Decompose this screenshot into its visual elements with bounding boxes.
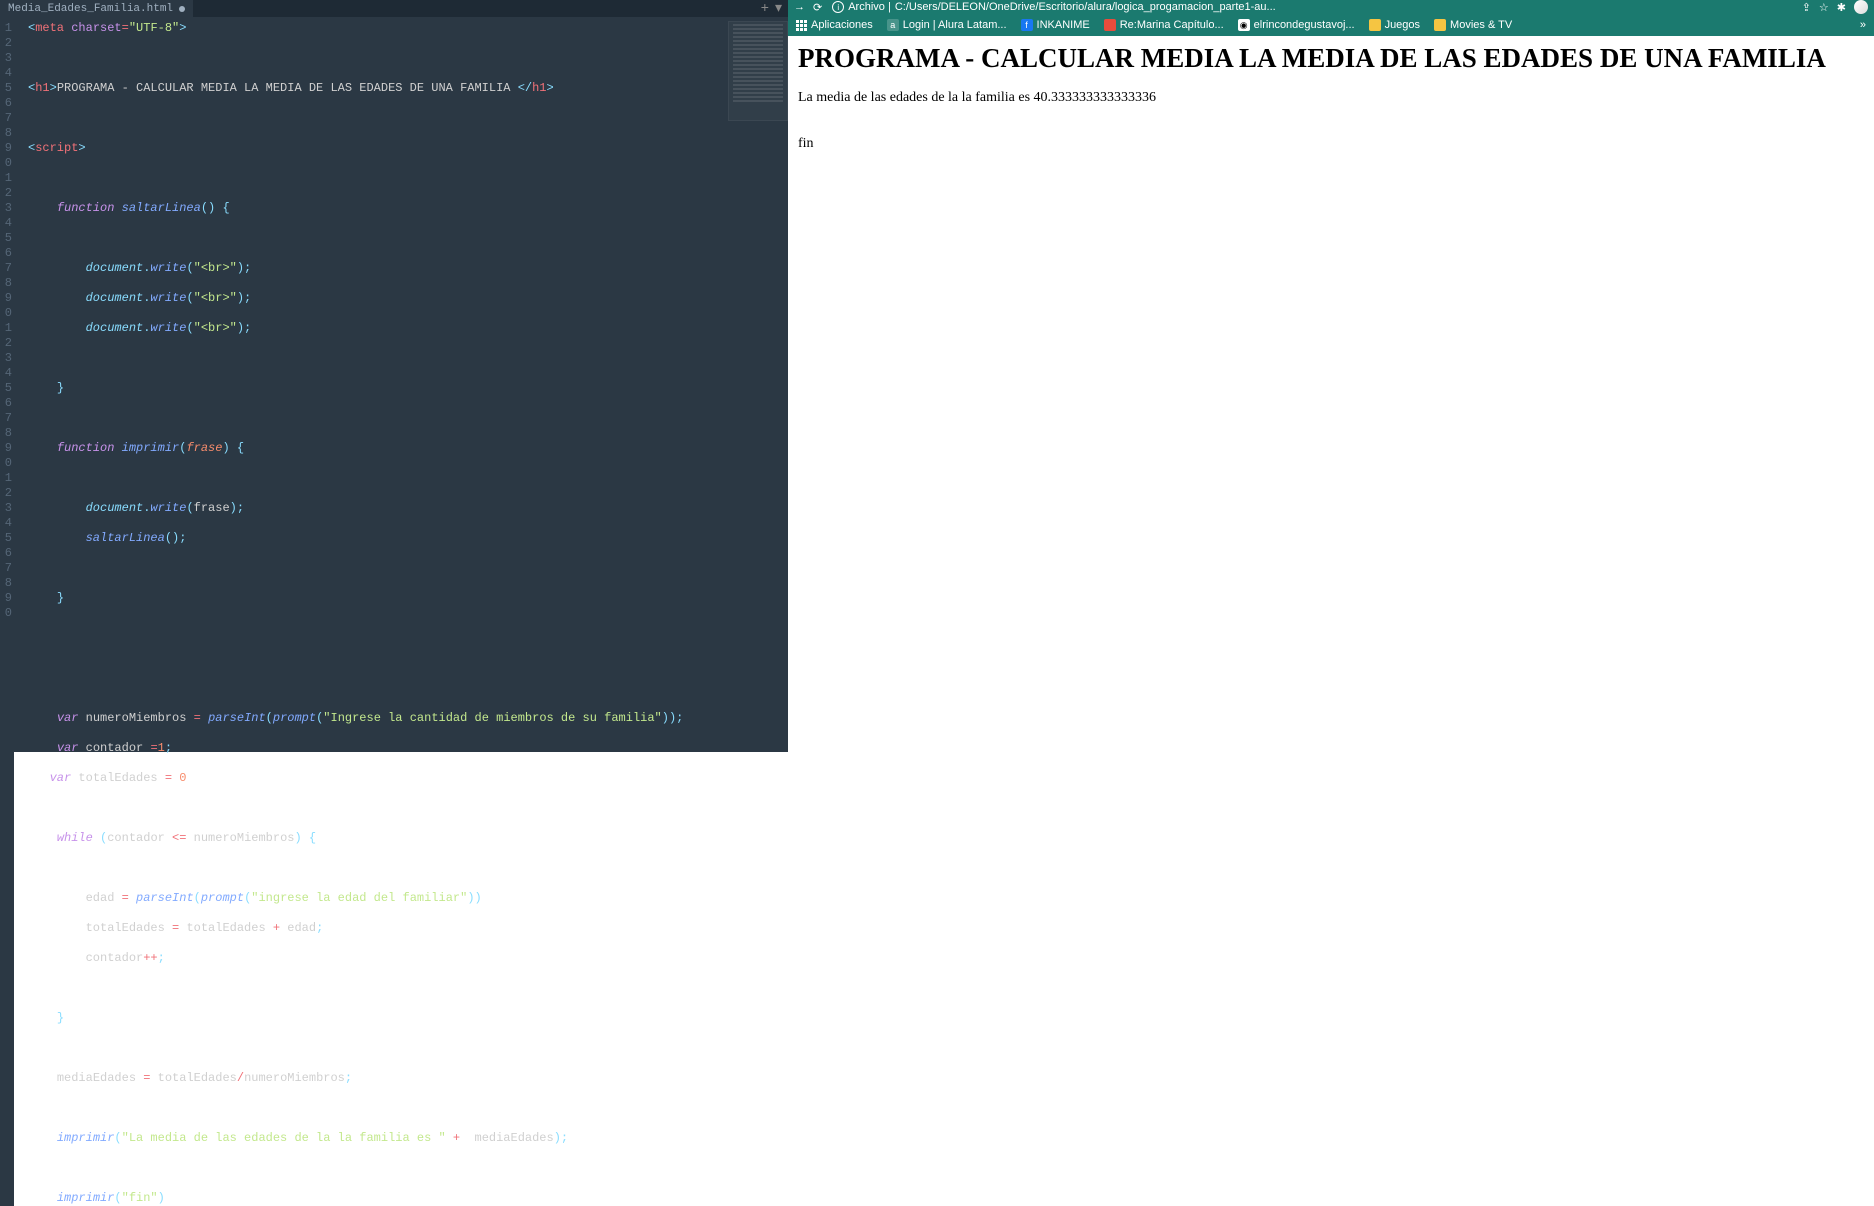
fin-text: fin (798, 136, 1864, 152)
new-tab-icon[interactable]: + (761, 1, 769, 17)
page-heading: PROGRAMA - CALCULAR MEDIA LA MEDIA DE LA… (798, 44, 1864, 74)
tab-bar: Media_Edades_Familia.html + ▾ (0, 0, 788, 17)
alura-icon: a (887, 19, 899, 31)
editor-pane: Media_Edades_Familia.html + ▾ 1234567890… (0, 0, 788, 752)
info-icon[interactable]: i (832, 1, 844, 13)
bookmark-overflow-icon[interactable]: » (1860, 19, 1866, 31)
url-prefix: Archivo | (848, 1, 891, 13)
page-content: PROGRAMA - CALCULAR MEDIA LA MEDIA DE LA… (788, 36, 1874, 752)
star-icon[interactable]: ☆ (1819, 1, 1829, 14)
tab-menu-icon[interactable]: ▾ (775, 0, 782, 17)
folder-icon (1434, 19, 1446, 31)
site-icon: ◉ (1238, 19, 1250, 31)
bookmark-remarina[interactable]: Re:Marina Capítulo... (1104, 19, 1224, 31)
tab-title: Media_Edades_Familia.html (8, 3, 173, 15)
code-area[interactable]: <meta charset="UTF-8"> <h1>PROGRAMA - CA… (14, 17, 788, 1206)
bookmark-juegos[interactable]: Juegos (1369, 19, 1420, 31)
bookmark-inkanime[interactable]: fINKANIME (1021, 19, 1090, 31)
browser-toolbar: → ⟳ i Archivo | C:/Users/DELEON/OneDrive… (788, 0, 1874, 14)
bookmark-login[interactable]: aLogin | Alura Latam... (887, 19, 1007, 31)
line-gutter: 1234567890123456789012345678901234567890 (0, 17, 14, 1206)
url-text: C:/Users/DELEON/OneDrive/Escritorio/alur… (895, 1, 1276, 13)
apps-button[interactable]: Aplicaciones (796, 19, 873, 31)
bookmark-rincon[interactable]: ◉elrincondegustavoj... (1238, 19, 1355, 31)
share-icon[interactable]: ⇪ (1802, 1, 1811, 14)
forward-icon[interactable]: → (794, 1, 805, 13)
tab-bar-actions: + ▾ (761, 0, 788, 17)
reload-icon[interactable]: ⟳ (813, 1, 822, 14)
editor-body[interactable]: 1234567890123456789012345678901234567890… (0, 17, 788, 1206)
apps-icon (796, 20, 807, 31)
avatar-icon[interactable] (1854, 0, 1868, 14)
browser-pane: → ⟳ i Archivo | C:/Users/DELEON/OneDrive… (788, 0, 1874, 752)
folder-icon (1369, 19, 1381, 31)
site-icon (1104, 19, 1116, 31)
facebook-icon: f (1021, 19, 1033, 31)
dirty-indicator-icon (179, 6, 185, 12)
extension-icon[interactable]: ✱ (1837, 1, 1846, 14)
minimap[interactable] (728, 21, 788, 121)
bookmark-movies[interactable]: Movies & TV (1434, 19, 1512, 31)
address-bar[interactable]: i Archivo | C:/Users/DELEON/OneDrive/Esc… (832, 1, 1791, 13)
bookmark-bar: Aplicaciones aLogin | Alura Latam... fIN… (788, 14, 1874, 36)
result-text: La media de las edades de la la familia … (798, 90, 1864, 106)
file-tab[interactable]: Media_Edades_Familia.html (0, 0, 193, 17)
